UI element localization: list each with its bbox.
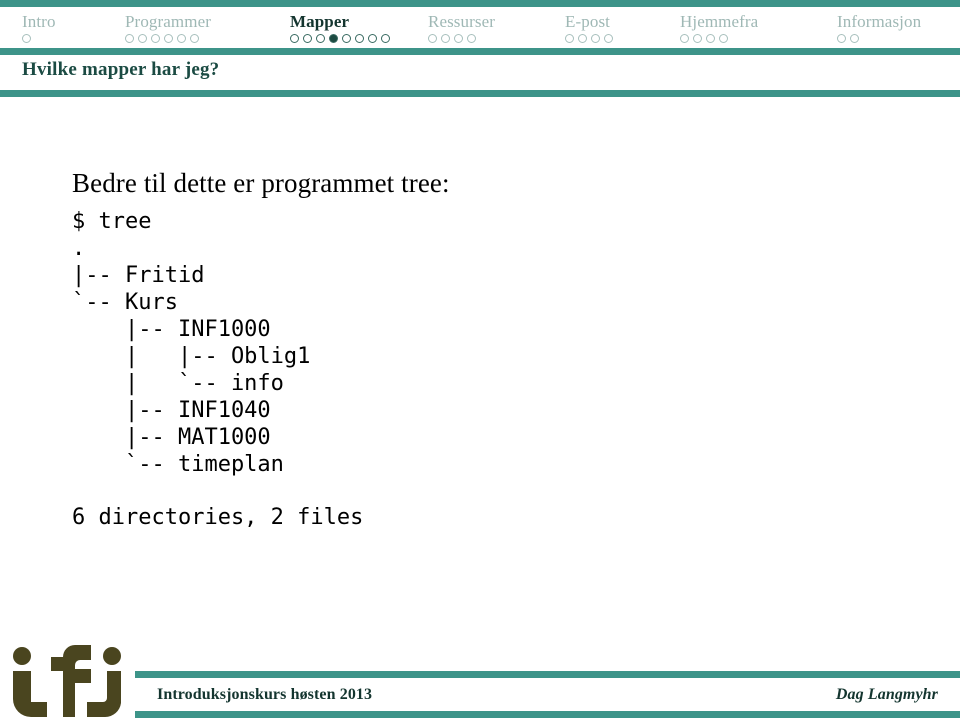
nav-slide-dot[interactable] (837, 34, 846, 43)
nav-section-label: Mapper (290, 12, 350, 31)
nav-section-programmer[interactable]: Programmer (125, 12, 211, 43)
nav-slide-dot[interactable] (342, 34, 351, 43)
nav-section-mapper[interactable]: Mapper (290, 12, 390, 43)
ifi-logo (13, 645, 121, 718)
nav-slide-dot[interactable] (680, 34, 689, 43)
shell-command: $ tree (72, 209, 152, 234)
nav-slide-dot[interactable] (151, 34, 160, 43)
nav-slide-dots (837, 34, 921, 43)
nav-slide-dot[interactable] (467, 34, 476, 43)
nav-slide-dot[interactable] (850, 34, 859, 43)
nav-slide-dot[interactable] (22, 34, 31, 43)
nav-slide-dot[interactable] (441, 34, 450, 43)
nav-slide-dot[interactable] (693, 34, 702, 43)
nav-slide-dot[interactable] (355, 34, 364, 43)
nav-slide-dot[interactable] (329, 34, 338, 43)
nav-slide-dot[interactable] (316, 34, 325, 43)
title-divider-bar (0, 90, 960, 97)
slide-content: Bedre til dette er programmet tree: $ tr… (72, 168, 932, 531)
footer-top-bar (135, 671, 960, 678)
intro-sentence: Bedre til dette er programmet tree: (72, 168, 450, 198)
nav-section-label: Informasjon (837, 12, 922, 31)
nav-slide-dot[interactable] (138, 34, 147, 43)
page-title: Hvilke mapper har jeg? (22, 59, 220, 80)
nav-slide-dot[interactable] (604, 34, 613, 43)
nav-slide-dot[interactable] (428, 34, 437, 43)
nav-slide-dot[interactable] (381, 34, 390, 43)
nav-section-label: Programmer (125, 12, 211, 31)
nav-slide-dots (125, 34, 211, 43)
navigation-bar: Intro Programmer Mapper Ressurser E-post Hjem… (0, 7, 960, 48)
nav-section-ressurser[interactable]: Ressurser (428, 12, 495, 43)
nav-slide-dots (565, 34, 613, 43)
nav-section-label: Intro (22, 12, 56, 31)
nav-slide-dot[interactable] (719, 34, 728, 43)
nav-slide-dots (22, 34, 56, 43)
nav-slide-dot[interactable] (368, 34, 377, 43)
footer-course-label: Introduksjonskurs høsten 2013 (157, 685, 373, 703)
footer-bottom-bar (135, 711, 960, 718)
nav-slide-dot[interactable] (177, 34, 186, 43)
footer-author-label: Dag Langmyhr (835, 685, 938, 703)
nav-slide-dot[interactable] (591, 34, 600, 43)
nav-slide-dot[interactable] (190, 34, 199, 43)
footer: Introduksjonskurs høsten 2013 Dag Langmy… (135, 678, 960, 711)
nav-slide-dot[interactable] (454, 34, 463, 43)
nav-section-e-post[interactable]: E-post (565, 12, 613, 43)
nav-slide-dots (428, 34, 495, 43)
nav-slide-dot[interactable] (578, 34, 587, 43)
tree-summary: 6 directories, 2 files (72, 505, 364, 530)
nav-slide-dots (680, 34, 758, 43)
nav-slide-dot[interactable] (706, 34, 715, 43)
nav-section-intro[interactable]: Intro (22, 12, 56, 43)
nav-section-hjemmefra[interactable]: Hjemmefra (680, 12, 758, 43)
nav-slide-dot[interactable] (565, 34, 574, 43)
nav-divider-bar (0, 48, 960, 55)
nav-slide-dot[interactable] (125, 34, 134, 43)
nav-section-label: E-post (565, 12, 610, 31)
nav-slide-dot[interactable] (303, 34, 312, 43)
nav-section-informasjon[interactable]: Informasjon (837, 12, 921, 43)
nav-slide-dot[interactable] (290, 34, 299, 43)
top-divider-bar (0, 0, 960, 7)
nav-section-label: Ressurser (428, 12, 495, 31)
nav-slide-dots (290, 34, 390, 43)
nav-section-label: Hjemmefra (680, 12, 759, 31)
tree-output: . |-- Fritid `-- Kurs |-- INF1000 | |-- … (72, 236, 311, 477)
nav-slide-dot[interactable] (164, 34, 173, 43)
